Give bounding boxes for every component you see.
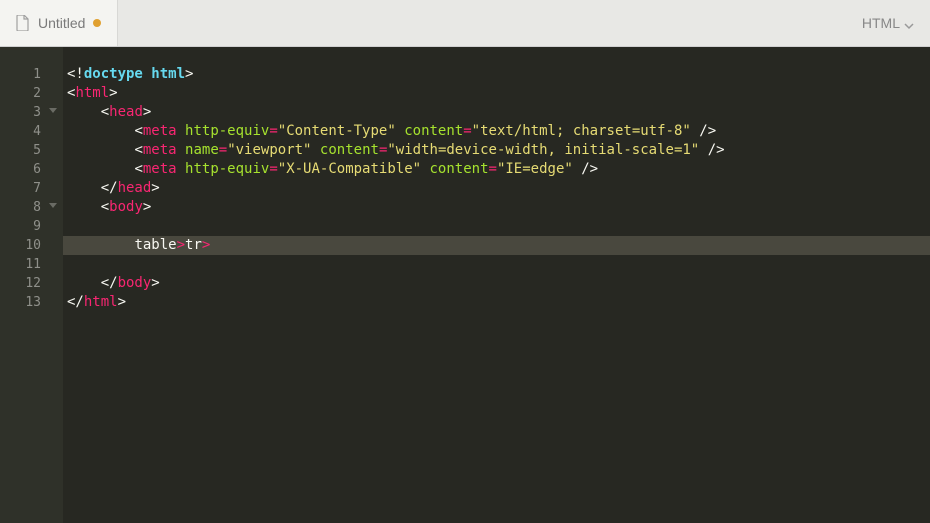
token-plain <box>699 142 707 158</box>
token-doctype: doctype html <box>84 66 185 82</box>
token-op: = <box>269 161 277 177</box>
token-tag: meta <box>143 123 177 139</box>
tab-title: Untitled <box>38 15 85 31</box>
line-number: 3 <box>0 103 63 122</box>
line-number: 13 <box>0 293 63 312</box>
code-line[interactable]: <meta http-equiv="Content-Type" content=… <box>63 122 930 141</box>
token-op: > <box>177 237 185 253</box>
token-tag: meta <box>143 142 177 158</box>
token-plain: table <box>134 237 176 253</box>
token-op: = <box>219 142 227 158</box>
tab-bar: Untitled HTML <box>0 0 930 47</box>
token-attr: content <box>430 161 489 177</box>
code-line[interactable]: </body> <box>63 274 930 293</box>
gutter: 12345678910111213 <box>0 47 63 523</box>
token-plain <box>177 161 185 177</box>
token-angle: > <box>151 180 159 196</box>
code-line[interactable]: <!doctype html> <box>63 65 930 84</box>
code-line[interactable] <box>63 217 930 236</box>
token-plain <box>177 142 185 158</box>
token-angle: > <box>109 85 117 101</box>
token-str: "Content-Type" <box>278 123 396 139</box>
line-number: 1 <box>0 65 63 84</box>
token-str: "width=device-width, initial-scale=1" <box>387 142 699 158</box>
dirty-indicator-icon <box>93 19 101 27</box>
code-line[interactable]: </head> <box>63 179 930 198</box>
token-str: "IE=edge" <box>497 161 573 177</box>
token-angle: > <box>151 275 159 291</box>
token-plain <box>396 123 404 139</box>
line-number: 7 <box>0 179 63 198</box>
token-plain <box>311 142 319 158</box>
line-number: 10 <box>0 236 63 255</box>
chevron-down-icon <box>904 18 914 28</box>
token-angle: /> <box>708 142 725 158</box>
line-number: 2 <box>0 84 63 103</box>
token-angle: </ <box>101 275 118 291</box>
token-angle: </ <box>67 294 84 310</box>
token-attr: name <box>185 142 219 158</box>
token-angle: < <box>134 142 142 158</box>
token-angle: > <box>118 294 126 310</box>
token-tag: body <box>109 199 143 215</box>
code-line[interactable]: <meta name="viewport" content="width=dev… <box>63 141 930 160</box>
token-angle: < <box>134 123 142 139</box>
token-angle: > <box>185 66 193 82</box>
line-number: 6 <box>0 160 63 179</box>
token-attr: http-equiv <box>185 123 269 139</box>
token-angle: < <box>134 161 142 177</box>
token-angle: /> <box>581 161 598 177</box>
token-tag: head <box>118 180 152 196</box>
tab-bar-spacer <box>118 0 845 46</box>
token-tag: html <box>84 294 118 310</box>
editor: 12345678910111213 <!doctype html><html> … <box>0 47 930 523</box>
token-angle: > <box>143 104 151 120</box>
line-number: 11 <box>0 255 63 274</box>
line-number: 9 <box>0 217 63 236</box>
code-line[interactable]: <meta http-equiv="X-UA-Compatible" conte… <box>63 160 930 179</box>
token-angle: < <box>101 104 109 120</box>
token-op: = <box>269 123 277 139</box>
code-line[interactable]: <html> <box>63 84 930 103</box>
line-number: 5 <box>0 141 63 160</box>
line-number: 4 <box>0 122 63 141</box>
token-attr: content <box>320 142 379 158</box>
token-attr: http-equiv <box>185 161 269 177</box>
file-icon <box>16 15 30 31</box>
token-tag: body <box>118 275 152 291</box>
token-tag: head <box>109 104 143 120</box>
token-plain <box>177 123 185 139</box>
token-angle: /> <box>699 123 716 139</box>
token-op: = <box>463 123 471 139</box>
token-str: "text/html; charset=utf-8" <box>472 123 691 139</box>
code-line[interactable] <box>63 255 930 274</box>
line-number: 12 <box>0 274 63 293</box>
code-line[interactable]: <head> <box>63 103 930 122</box>
fold-arrow-icon[interactable] <box>49 108 57 113</box>
token-tag: meta <box>143 161 177 177</box>
token-str: "X-UA-Compatible" <box>278 161 421 177</box>
code-line[interactable]: <body> <box>63 198 930 217</box>
language-label: HTML <box>862 15 900 31</box>
language-selector[interactable]: HTML <box>846 0 930 46</box>
token-plain: tr <box>185 237 202 253</box>
fold-arrow-icon[interactable] <box>49 203 57 208</box>
code-line[interactable]: table>tr> <box>63 236 930 255</box>
token-str: "viewport" <box>227 142 311 158</box>
token-angle: < <box>101 199 109 215</box>
line-number: 8 <box>0 198 63 217</box>
token-attr: content <box>404 123 463 139</box>
token-op: = <box>489 161 497 177</box>
token-angle: > <box>143 199 151 215</box>
tab-untitled[interactable]: Untitled <box>0 0 118 46</box>
token-plain <box>573 161 581 177</box>
token-op: > <box>202 237 210 253</box>
code-area[interactable]: <!doctype html><html> <head> <meta http-… <box>63 47 930 523</box>
token-tag: html <box>75 85 109 101</box>
code-line[interactable]: </html> <box>63 293 930 312</box>
token-angle: <! <box>67 66 84 82</box>
token-plain <box>691 123 699 139</box>
token-plain <box>421 161 429 177</box>
token-angle: </ <box>101 180 118 196</box>
